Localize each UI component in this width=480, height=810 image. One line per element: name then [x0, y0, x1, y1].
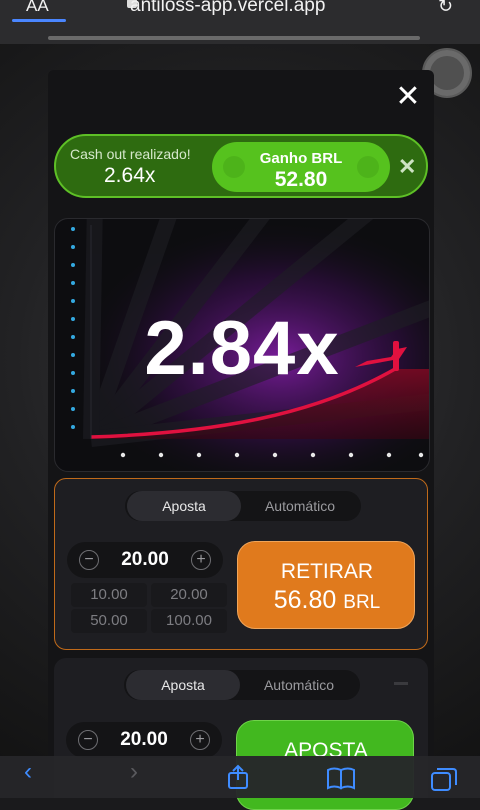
reload-icon[interactable]: ↻ — [438, 0, 453, 17]
cashout-amount: 56.80 — [273, 586, 337, 614]
cashout-currency: BRL — [343, 592, 381, 613]
cashout-button[interactable]: RETIRAR 56.80 BRL — [237, 541, 415, 629]
decrement-button[interactable]: − — [79, 550, 99, 570]
browser-url-bar[interactable]: AA antiloss-app.vercel.app ↻ — [0, 0, 480, 44]
bet-amount[interactable]: 20.00 — [107, 549, 183, 571]
win-label: Ganho BRL — [259, 150, 343, 167]
close-icon[interactable]: ✕ — [392, 82, 424, 114]
forward-icon[interactable]: › — [130, 758, 138, 786]
quick-amount-button[interactable]: 10.00 — [71, 583, 147, 607]
toast-close-icon[interactable]: ✕ — [398, 154, 416, 180]
aa-underline — [12, 19, 66, 22]
bet-amount-stepper: − 20.00 + — [67, 542, 223, 578]
toast-subtitle: Cash out realizado! — [70, 146, 191, 162]
bet-mode-tabs: Aposta Automático — [124, 670, 360, 700]
tabs-icon[interactable] — [430, 766, 458, 792]
bet-mode-tabs: Aposta Automático — [125, 491, 361, 521]
increment-button[interactable]: + — [191, 550, 211, 570]
quick-amount-button[interactable]: 20.00 — [151, 583, 227, 607]
bet-amount[interactable]: 20.00 — [106, 729, 182, 751]
url-progress-bar — [48, 36, 420, 40]
back-icon[interactable]: ‹ — [24, 758, 32, 786]
win-pill: Ganho BRL 52.80 — [212, 142, 390, 192]
bet-amount-stepper: − 20.00 + — [66, 722, 222, 758]
cashout-label: RETIRAR — [280, 560, 374, 583]
share-icon[interactable] — [226, 764, 250, 790]
tab-automatico[interactable]: Automático — [243, 491, 357, 521]
browser-toolbar: ‹ › — [0, 756, 480, 798]
reader-aa-button[interactable]: AA — [26, 0, 49, 16]
cashout-amount-line: 56.80 BRL — [238, 586, 416, 615]
bet-panel-1: Aposta Automático − 20.00 + 10.00 20.00 … — [54, 478, 428, 650]
tab-aposta[interactable]: Aposta — [126, 670, 240, 700]
cashout-toast: Cash out realizado! 2.64x Ganho BRL 52.8… — [54, 134, 428, 198]
quick-amount-button[interactable]: 100.00 — [151, 609, 227, 633]
current-multiplier: 2.84x — [144, 306, 340, 391]
increment-button[interactable]: + — [190, 730, 210, 750]
game-canvas: 2.84x — [54, 218, 430, 472]
tab-aposta[interactable]: Aposta — [127, 491, 241, 521]
quick-amount-button[interactable]: 50.00 — [71, 609, 147, 633]
win-value: 52.80 — [274, 168, 328, 191]
decrement-button[interactable]: − — [78, 730, 98, 750]
url-text[interactable]: antiloss-app.vercel.app — [130, 0, 325, 17]
tab-automatico[interactable]: Automático — [242, 670, 356, 700]
remove-panel-icon[interactable] — [394, 682, 408, 685]
toast-multiplier: 2.64x — [104, 164, 156, 187]
bookmarks-icon[interactable] — [326, 766, 356, 790]
